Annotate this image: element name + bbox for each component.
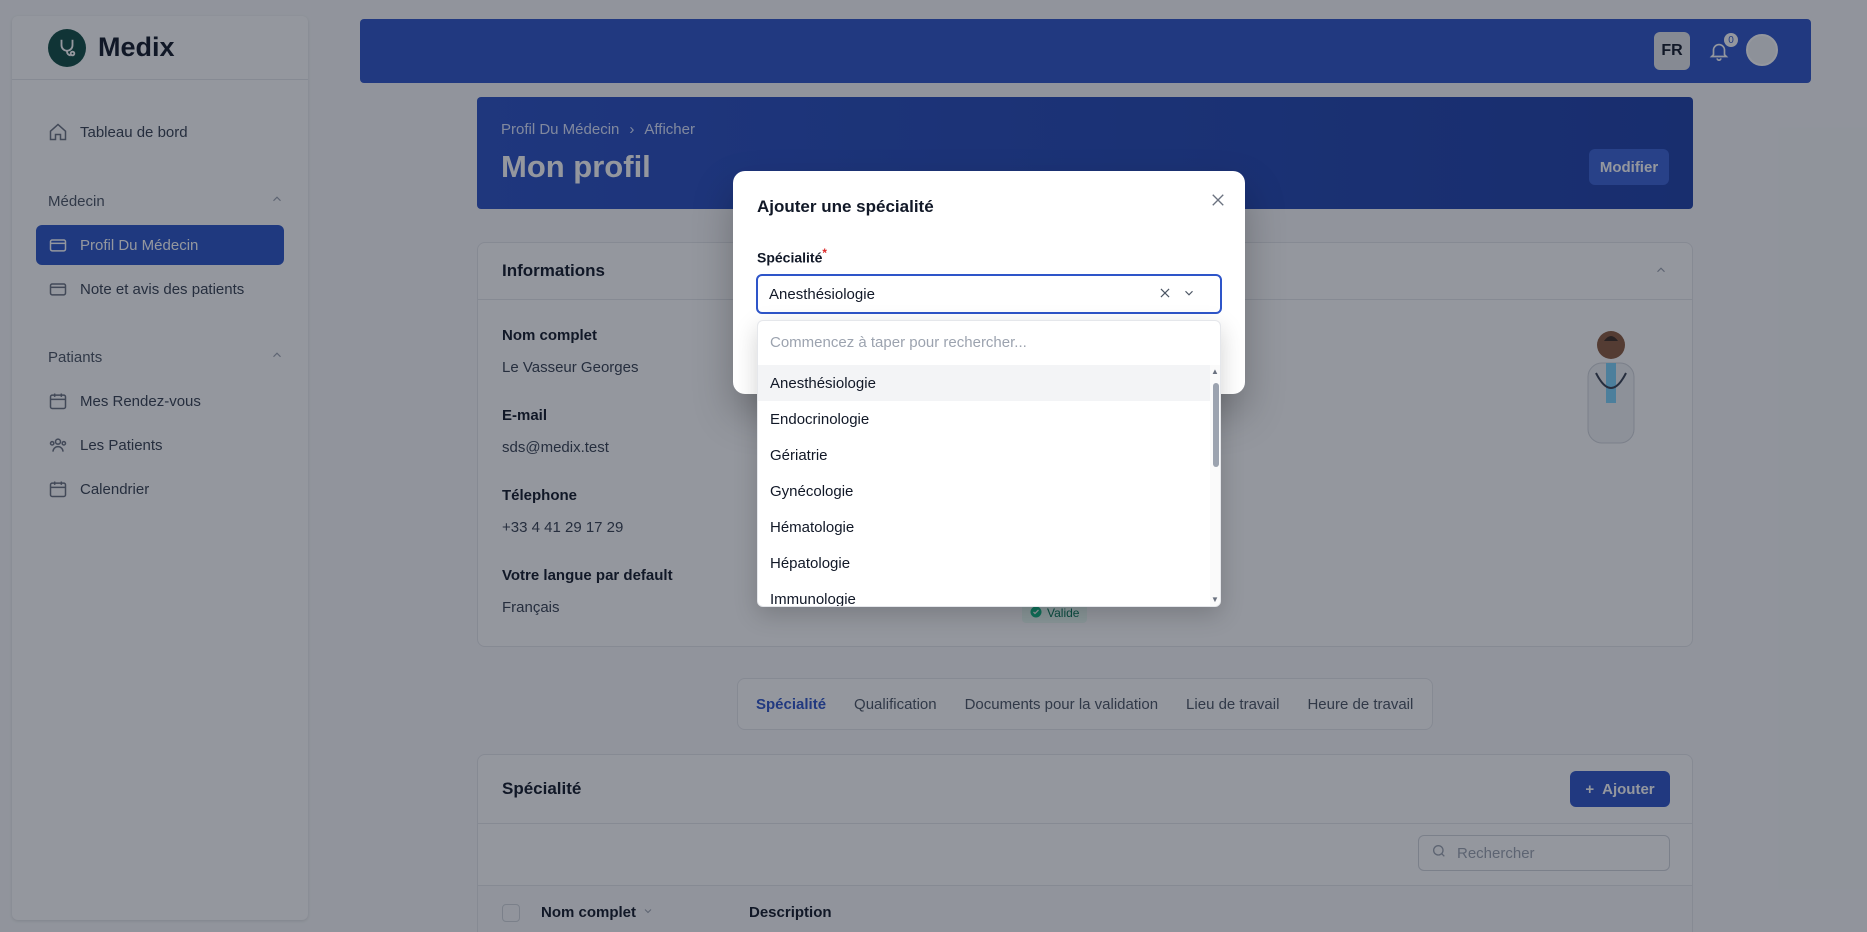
- dropdown-option[interactable]: Hépatologie: [758, 545, 1210, 581]
- dropdown-option[interactable]: Gériatrie: [758, 437, 1210, 473]
- dropdown-option[interactable]: Immunologie: [758, 581, 1210, 607]
- dropdown-option[interactable]: Endocrinologie: [758, 401, 1210, 437]
- dropdown-search-input[interactable]: Commencez à taper pour rechercher...: [758, 321, 1220, 363]
- field-label-text: Spécialité: [757, 249, 823, 266]
- scroll-up-icon[interactable]: ▲: [1211, 367, 1219, 376]
- specialty-dropdown: Commencez à taper pour rechercher... Ane…: [757, 320, 1221, 607]
- specialty-field-label: Spécialité*: [757, 247, 827, 266]
- chevron-down-icon[interactable]: [1179, 283, 1199, 303]
- clear-icon[interactable]: [1155, 283, 1175, 303]
- specialty-select[interactable]: Anesthésiologie: [756, 274, 1222, 314]
- close-icon[interactable]: [1207, 189, 1229, 211]
- scrollbar-thumb[interactable]: [1213, 383, 1219, 467]
- modal-title: Ajouter une spécialité: [757, 197, 934, 216]
- dropdown-option[interactable]: Gynécologie: [758, 473, 1210, 509]
- required-mark: *: [822, 247, 827, 260]
- dropdown-option[interactable]: Hématologie: [758, 509, 1210, 545]
- dropdown-option[interactable]: Anesthésiologie: [758, 365, 1210, 401]
- scroll-down-icon[interactable]: ▼: [1211, 595, 1219, 604]
- dropdown-options: Anesthésiologie Endocrinologie Gériatrie…: [758, 365, 1210, 607]
